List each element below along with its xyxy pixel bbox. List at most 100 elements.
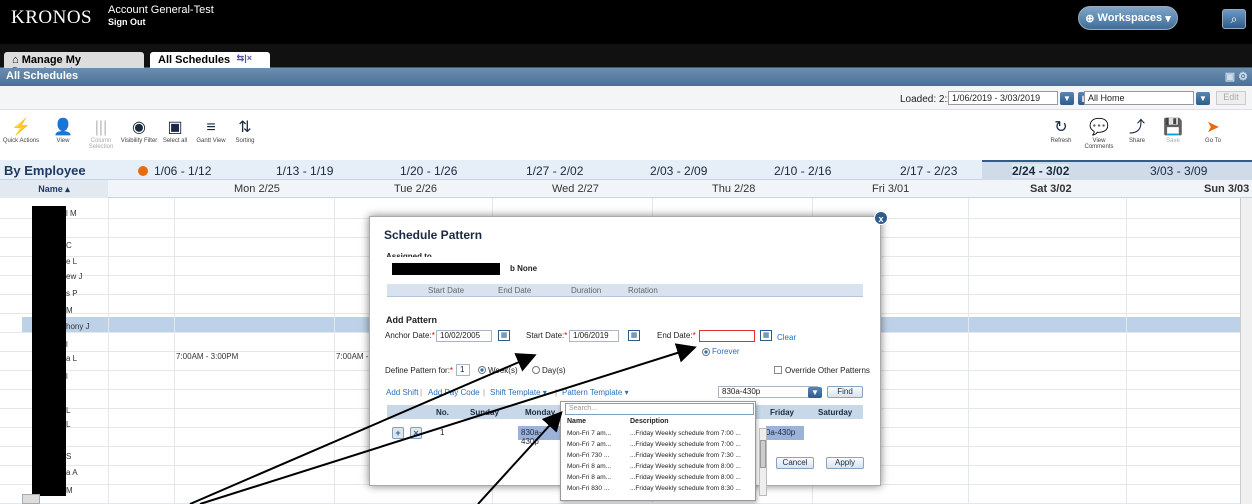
dropdown-row-description[interactable]: ...Friday Weekly schedule from 7:30 ...: [630, 452, 741, 459]
row-handle[interactable]: [22, 494, 40, 504]
by-employee-title[interactable]: By Employee: [4, 163, 86, 178]
chevron-down-icon[interactable]: ▼: [1060, 92, 1074, 105]
column-selection-button[interactable]: ||| Column Selection: [82, 118, 120, 150]
employee-name[interactable]: e L: [66, 257, 77, 266]
add-pay-code-link[interactable]: Add Pay Code: [428, 388, 480, 397]
gantt-view-button[interactable]: ≡ Gantt View: [192, 118, 230, 144]
dropdown-row-name[interactable]: Mon-Fri 730 ...: [567, 452, 609, 459]
employee-name[interactable]: hony J: [66, 322, 90, 331]
shift-cell[interactable]: 7:00AM - 3:00PM: [176, 352, 238, 361]
employee-name[interactable]: s P: [66, 289, 78, 298]
employee-name[interactable]: a L: [66, 354, 77, 363]
anchor-date-input[interactable]: 10/02/2005: [436, 330, 492, 342]
end-date-input[interactable]: [699, 330, 755, 342]
delete-row-icon[interactable]: ×: [410, 427, 422, 439]
gantt-icon: ≡: [206, 119, 216, 136]
share-button[interactable]: ⤴ Share: [1118, 118, 1156, 144]
employee-name[interactable]: ew J: [66, 272, 82, 281]
employee-name[interactable]: l M: [66, 209, 77, 218]
chevron-down-icon[interactable]: ▼: [1196, 92, 1210, 105]
week-tab[interactable]: 1/27 - 2/02: [526, 164, 583, 178]
dropdown-search-input[interactable]: Search...: [565, 403, 754, 415]
view-button[interactable]: 👤 View: [44, 118, 82, 144]
shift-template-menu[interactable]: Shift Template ▾: [490, 388, 547, 397]
week-tab-active[interactable]: 2/24 - 3/02: [1012, 164, 1070, 178]
dropdown-row-name[interactable]: Mon-Fri 7 am...: [567, 441, 611, 448]
week-tab[interactable]: 1/06 - 1/12: [154, 164, 211, 178]
edit-button[interactable]: Edit: [1216, 91, 1246, 105]
week-tab[interactable]: 3/03 - 3/09: [1150, 164, 1207, 178]
tab-all-schedules[interactable]: All Schedules ⇆|×: [150, 52, 270, 68]
week-tab[interactable]: 2/10 - 2/16: [774, 164, 831, 178]
employee-name[interactable]: L: [66, 420, 70, 429]
tab-manage-my-department[interactable]: ⌂ Manage My Department: [4, 52, 144, 78]
dropdown-row-description[interactable]: ...Friday Weekly schedule from 7:00 ...: [630, 430, 741, 437]
sorting-button[interactable]: ⇅ Sorting: [226, 118, 264, 144]
dropdown-row-description[interactable]: ...Friday Weekly schedule from 8:00 ...: [630, 474, 741, 481]
row-number: 1: [440, 428, 445, 437]
add-row-icon[interactable]: +: [392, 427, 404, 439]
find-button[interactable]: Find: [827, 386, 863, 398]
location-select[interactable]: All Home: [1084, 91, 1194, 105]
employee-name[interactable]: l: [66, 340, 68, 349]
sign-out-link[interactable]: Sign Out: [108, 16, 214, 28]
select-all-button[interactable]: ▣ Select all: [156, 118, 194, 144]
dropdown-row-name[interactable]: Mon-Fri 830 ...: [567, 485, 609, 492]
quick-actions-button[interactable]: ⚡ Quick Actions: [2, 118, 40, 144]
calendar-icon[interactable]: ▦: [760, 330, 772, 341]
go-to-button[interactable]: ➤ Go To: [1194, 118, 1232, 144]
shift-cell[interactable]: 7:00AM - :: [336, 352, 373, 361]
monday-shift-cell[interactable]: 830a-430p: [518, 426, 560, 446]
clear-link[interactable]: Clear: [777, 333, 796, 342]
tab-close-icon[interactable]: ⇆|×: [237, 53, 252, 64]
vertical-scrollbar[interactable]: [1240, 198, 1252, 504]
chevron-down-icon[interactable]: ▼: [808, 387, 822, 398]
employee-name[interactable]: l: [66, 372, 68, 381]
days-radio[interactable]: [532, 366, 540, 374]
employee-name[interactable]: C: [66, 241, 72, 250]
add-shift-link[interactable]: Add Shift: [386, 388, 418, 397]
week-tab[interactable]: 2/17 - 2/23: [900, 164, 957, 178]
template-select[interactable]: 830a-430p: [718, 386, 818, 398]
date-range-select[interactable]: 1/06/2019 - 3/03/2019: [948, 91, 1058, 105]
apply-button[interactable]: Apply: [826, 457, 864, 469]
dropdown-row-name[interactable]: Mon-Fri 7 am...: [567, 430, 611, 437]
override-checkbox[interactable]: [774, 366, 782, 374]
search-icon[interactable]: ⌕: [1222, 9, 1246, 29]
forever-radio[interactable]: [702, 348, 710, 356]
maximize-icon[interactable]: ▣ ⚙: [1225, 70, 1248, 83]
dropdown-row-name[interactable]: Mon-Fri 8 am...: [567, 463, 611, 470]
pattern-template-menu[interactable]: Pattern Template ▾: [562, 388, 629, 397]
week-tab[interactable]: 1/20 - 1/26: [400, 164, 457, 178]
pattern-length-input[interactable]: 1: [456, 364, 470, 376]
employee-name[interactable]: a A: [66, 468, 78, 477]
name-column-header[interactable]: Name ▴: [0, 180, 108, 198]
section-title: All Schedules: [6, 70, 79, 82]
friday-shift-cell[interactable]: 830a-430p: [766, 426, 804, 440]
cancel-button[interactable]: Cancel: [776, 457, 814, 469]
week-tab[interactable]: 2/03 - 2/09: [650, 164, 707, 178]
employee-name[interactable]: L: [66, 406, 70, 415]
weeks-radio[interactable]: [478, 366, 486, 374]
refresh-button[interactable]: ↻ Refresh: [1042, 118, 1080, 144]
view-comments-button[interactable]: 💬 View Comments: [1080, 118, 1118, 150]
workspaces-button[interactable]: ⊕ Workspaces ▾: [1078, 6, 1178, 30]
dropdown-row-description[interactable]: ...Friday Weekly schedule from 8:00 ...: [630, 463, 741, 470]
employee-name[interactable]: M: [66, 486, 73, 495]
dropdown-row-description[interactable]: ...Friday Weekly schedule from 7:00 ...: [630, 441, 741, 448]
week-tab[interactable]: 1/13 - 1/19: [276, 164, 333, 178]
none-label: b None: [510, 264, 538, 273]
employee-name[interactable]: M: [66, 306, 73, 315]
close-icon[interactable]: x: [874, 211, 888, 225]
dropdown-scroll-thumb[interactable]: [760, 440, 766, 468]
dropdown-row-description[interactable]: ...Friday Weekly schedule from 8:30 ...: [630, 485, 741, 492]
save-button[interactable]: 💾 Save: [1154, 118, 1192, 144]
calendar-icon[interactable]: ▦: [498, 330, 510, 341]
calendar-icon[interactable]: ▦: [628, 330, 640, 341]
toolbar-label: Refresh: [1050, 138, 1072, 144]
employee-name[interactable]: S: [66, 452, 71, 461]
day-header-cell: Sat 3/02: [1030, 183, 1072, 195]
start-date-input[interactable]: 1/06/2019: [569, 330, 619, 342]
visibility-filter-button[interactable]: ◉ Visibility Filter: [120, 118, 158, 144]
dropdown-row-name[interactable]: Mon-Fri 8 am...: [567, 474, 611, 481]
